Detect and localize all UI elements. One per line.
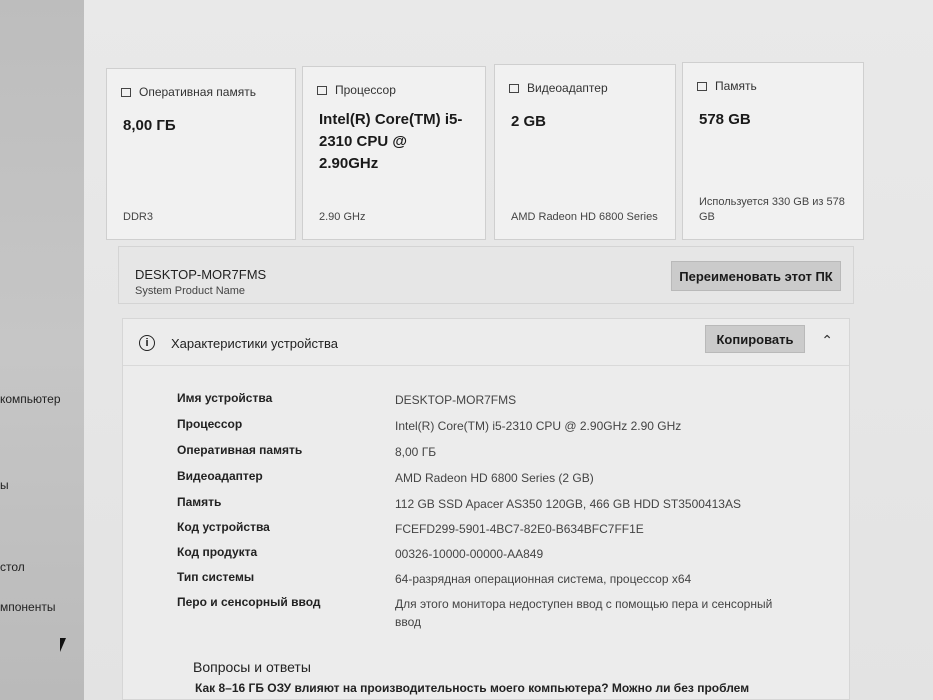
card-processor-detail: 2.90 GHz bbox=[319, 211, 366, 223]
card-processor: Процессор Intel(R) Core(TM) i5-2310 CPU … bbox=[302, 66, 486, 240]
spec-label: Тип системы bbox=[177, 570, 255, 584]
sidebar-item-desktop[interactable]: стол bbox=[0, 560, 25, 574]
spec-row: Тип системы 64-разрядная операционная си… bbox=[123, 570, 849, 596]
card-ram-title: Оперативная память bbox=[139, 85, 256, 99]
spec-value[interactable]: Intel(R) Core(TM) i5-2310 CPU @ 2.90GHz … bbox=[395, 417, 815, 435]
spec-label: Память bbox=[177, 495, 222, 509]
device-name: DESKTOP-MOR7FMS bbox=[135, 267, 267, 282]
spec-row: Перо и сенсорный ввод Для этого монитора… bbox=[123, 595, 849, 635]
info-icon: i bbox=[139, 335, 155, 351]
spec-label: Перо и сенсорный ввод bbox=[177, 595, 321, 609]
card-ram-value: 8,00 ГБ bbox=[123, 117, 176, 134]
spec-label: Имя устройства bbox=[177, 391, 273, 405]
card-gpu: Видеоадаптер 2 GB AMD Radeon HD 6800 Ser… bbox=[494, 64, 676, 240]
spec-row: Код устройства FCEFD299-5901-4BC7-82E0-B… bbox=[123, 520, 849, 546]
card-gpu-detail: AMD Radeon HD 6800 Series bbox=[511, 211, 658, 223]
card-ram-header: Оперативная память bbox=[121, 85, 256, 99]
mouse-cursor-icon bbox=[60, 638, 66, 652]
spec-label: Видеоадаптер bbox=[177, 469, 263, 483]
spec-value[interactable]: 64-разрядная операционная система, проце… bbox=[395, 570, 815, 588]
qa-title: Вопросы и ответы bbox=[193, 659, 311, 675]
left-sidebar: компьютер ы стол мпоненты bbox=[0, 0, 84, 700]
spec-row: Видеоадаптер AMD Radeon HD 6800 Series (… bbox=[123, 469, 849, 495]
card-gpu-value: 2 GB bbox=[511, 113, 547, 130]
qa-question-link[interactable]: Как 8–16 ГБ ОЗУ влияют на производительн… bbox=[195, 681, 749, 695]
storage-icon bbox=[697, 81, 707, 91]
spec-row: Оперативная память 8,00 ГБ bbox=[123, 443, 849, 469]
device-name-bar: DESKTOP-MOR7FMS System Product Name Пере… bbox=[118, 246, 854, 304]
memory-icon bbox=[121, 87, 131, 97]
spec-value[interactable]: 112 GB SSD Apacer AS350 120GB, 466 GB HD… bbox=[395, 495, 815, 513]
card-gpu-title: Видеоадаптер bbox=[527, 81, 608, 95]
copy-button[interactable]: Копировать bbox=[705, 325, 805, 353]
card-gpu-header: Видеоадаптер bbox=[509, 81, 608, 95]
card-storage: Память 578 GB Используется 330 GB из 578… bbox=[682, 62, 864, 240]
spec-value[interactable]: 00326-10000-00000-AA849 bbox=[395, 545, 815, 563]
sidebar-item-y[interactable]: ы bbox=[0, 478, 9, 492]
sidebar-item-components[interactable]: мпоненты bbox=[0, 600, 55, 614]
device-subtitle: System Product Name bbox=[135, 285, 246, 297]
card-processor-title: Процессор bbox=[335, 83, 396, 97]
spec-label: Процессор bbox=[177, 417, 243, 431]
spec-row: Код продукта 00326-10000-00000-AA849 bbox=[123, 545, 849, 571]
spec-label: Код продукта bbox=[177, 545, 258, 559]
card-processor-header: Процессор bbox=[317, 83, 396, 97]
device-specs-header[interactable]: i Характеристики устройства Копировать ⌃ bbox=[123, 319, 849, 366]
card-ram-detail: DDR3 bbox=[123, 211, 153, 223]
rename-pc-button[interactable]: Переименовать этот ПК bbox=[671, 261, 841, 291]
spec-row: Имя устройства DESKTOP-MOR7FMS bbox=[123, 391, 849, 417]
card-storage-header: Память bbox=[697, 79, 757, 93]
spec-row: Память 112 GB SSD Apacer AS350 120GB, 46… bbox=[123, 495, 849, 521]
device-specs-title: Характеристики устройства bbox=[171, 336, 338, 351]
card-storage-title: Память bbox=[715, 79, 757, 93]
spec-value[interactable]: FCEFD299-5901-4BC7-82E0-B634BFC7FF1E bbox=[395, 520, 815, 538]
processor-icon bbox=[317, 85, 327, 95]
display-adapter-icon bbox=[509, 83, 519, 93]
card-processor-value: Intel(R) Core(TM) i5-2310 CPU @ 2.90GHz bbox=[319, 111, 463, 172]
spec-label: Код устройства bbox=[177, 520, 270, 534]
card-ram: Оперативная память 8,00 ГБ DDR3 bbox=[106, 68, 296, 240]
device-specs-panel: i Характеристики устройства Копировать ⌃… bbox=[122, 318, 850, 700]
spec-value[interactable]: DESKTOP-MOR7FMS bbox=[395, 391, 815, 409]
sidebar-item-computer[interactable]: компьютер bbox=[0, 392, 61, 406]
spec-value[interactable]: AMD Radeon HD 6800 Series (2 GB) bbox=[395, 469, 815, 487]
spec-value[interactable]: 8,00 ГБ bbox=[395, 443, 815, 461]
card-storage-value: 578 GB bbox=[699, 111, 751, 128]
spec-label: Оперативная память bbox=[177, 443, 303, 457]
spec-row: Процессор Intel(R) Core(TM) i5-2310 CPU … bbox=[123, 417, 849, 443]
spec-value[interactable]: Для этого монитора недоступен ввод с пом… bbox=[395, 595, 795, 631]
card-storage-detail: Используется 330 GB из 578 GB bbox=[699, 196, 845, 223]
chevron-up-icon[interactable]: ⌃ bbox=[821, 332, 833, 349]
